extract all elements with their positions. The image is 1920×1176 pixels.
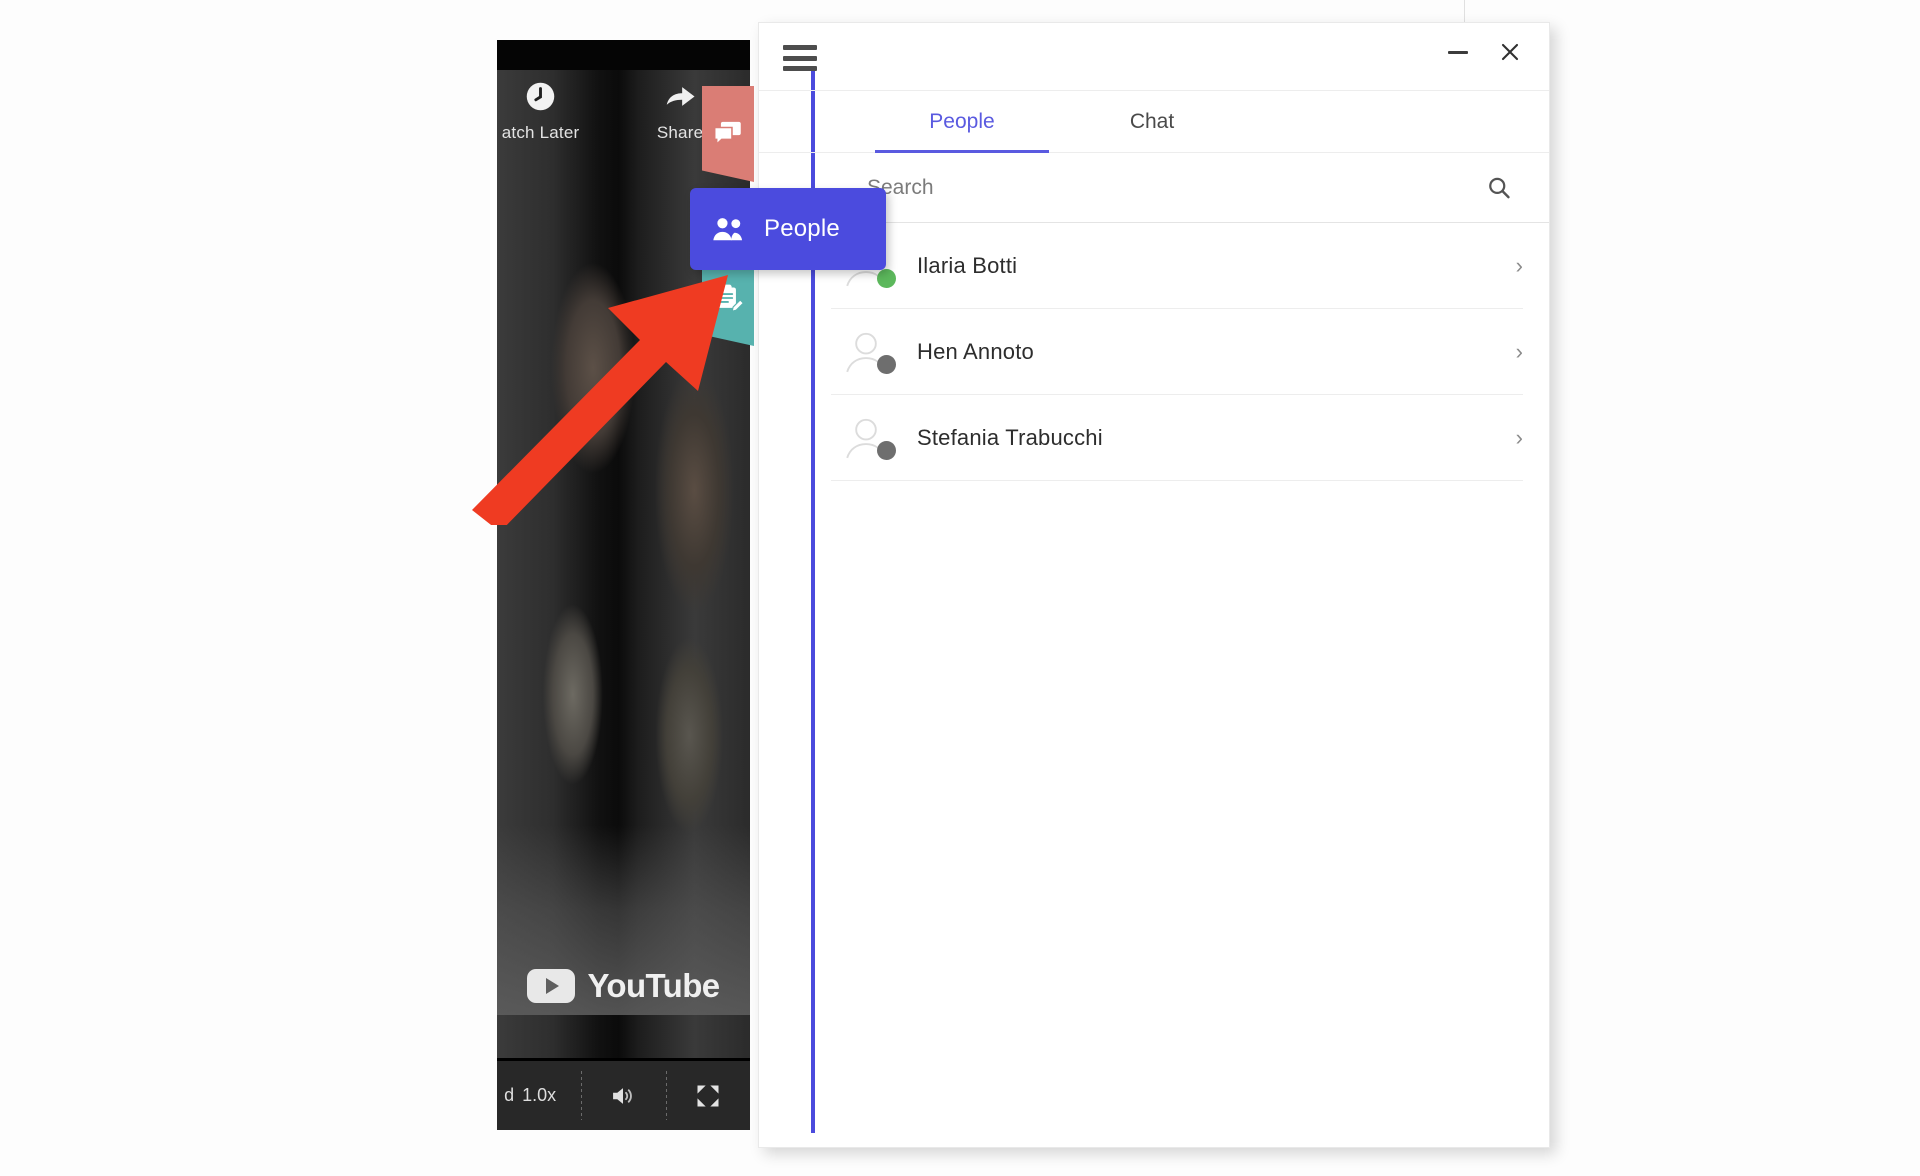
notes-clipboard-icon [717,284,745,312]
video-top-letterbox [497,40,750,70]
person-name: Ilaria Botti [917,252,1018,278]
tab-chat-label: Chat [1129,109,1175,133]
chevron-right-icon[interactable]: › [1516,254,1523,277]
youtube-play-icon [527,969,576,1003]
chevron-right-icon[interactable]: › [1516,426,1523,449]
fullscreen-icon [697,1085,719,1106]
widget-header [759,23,1549,91]
speed-label-truncated: d [504,1085,515,1105]
side-tab-chat[interactable] [702,86,754,182]
hamburger-icon[interactable] [783,45,817,71]
video-control-bar[interactable]: d 1.0x [497,1058,750,1130]
list-item[interactable]: Stefania Trabucchi › [831,395,1523,481]
window-controls [1445,39,1523,65]
youtube-watermark[interactable]: YouTube [497,967,750,1005]
minimize-icon[interactable] [1445,39,1471,65]
clock-icon [526,82,555,111]
side-tab-people-expanded[interactable]: People [690,188,886,270]
search-input[interactable] [867,175,1485,200]
volume-control[interactable] [581,1061,665,1130]
tab-chat[interactable]: Chat [1057,91,1247,152]
widget-tabs: People Chat [759,91,1549,153]
list-item[interactable]: Hen Annoto › [831,309,1523,395]
person-name: Stefania Trabucchi [917,424,1103,450]
status-badge [877,268,896,288]
tab-people-label: People [929,109,995,133]
screen: atch Later Share YouTube d 1.0x People C… [0,0,1920,1176]
search-icon[interactable] [1485,174,1513,202]
side-tab-people-label: People [764,215,840,242]
chevron-right-icon[interactable]: › [1516,340,1523,363]
tab-people[interactable]: People [867,91,1057,153]
status-badge [877,440,896,460]
page-guide-line-vertical [1464,0,1465,22]
chat-bubble-icon [713,121,741,147]
status-badge [877,354,896,374]
person-name: Hen Annoto [917,338,1034,364]
fullscreen-control[interactable] [665,1061,750,1130]
people-icon [713,218,743,241]
avatar [843,329,896,375]
speed-value: 1.0x [522,1085,557,1105]
watch-later-action[interactable]: atch Later [502,80,580,143]
watch-later-label: atch Later [501,123,580,142]
playback-speed-control[interactable]: d 1.0x [497,1061,581,1130]
list-item[interactable]: Ilaria Botti › [831,223,1523,309]
volume-icon [613,1087,633,1104]
close-icon[interactable] [1497,39,1523,65]
youtube-wordmark: YouTube [587,967,720,1004]
avatar [843,415,896,461]
side-tab-rail: People [690,86,886,346]
